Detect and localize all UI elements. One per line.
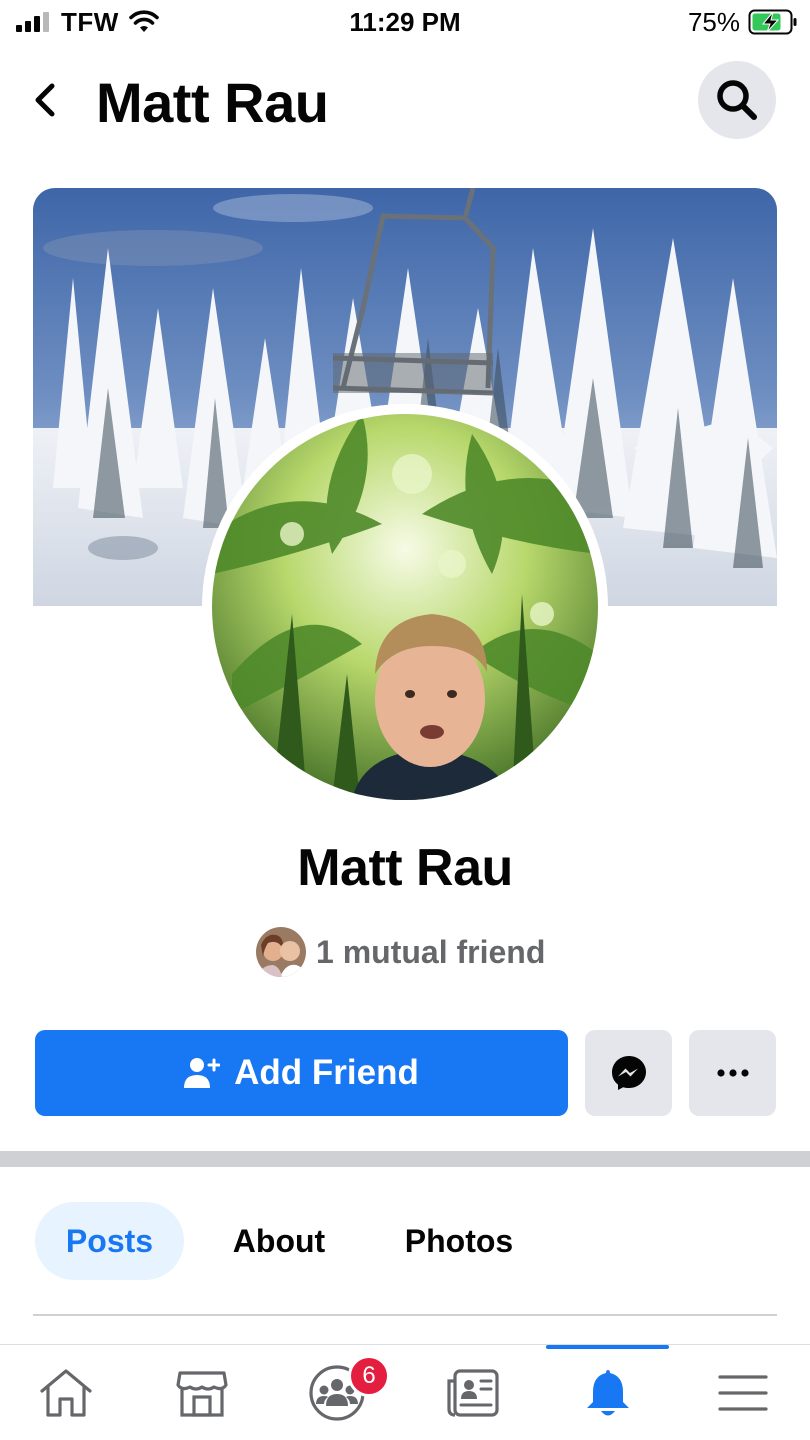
more-icon <box>716 1069 749 1077</box>
notifications-icon <box>587 1370 629 1416</box>
status-bar: TFW 11:29 PM 75% <box>0 0 810 48</box>
bottom-navigation: 6 <box>0 1344 810 1440</box>
nav-home[interactable] <box>18 1345 114 1440</box>
add-friend-icon <box>184 1058 221 1088</box>
page-title: Matt Rau <box>96 71 329 134</box>
battery-percent: 75% <box>687 7 740 37</box>
groups-notification-badge: 6 <box>348 1355 390 1397</box>
profile-name: Matt Rau <box>297 839 513 897</box>
mutual-friend-avatar <box>256 927 306 977</box>
profile-tabs: Posts About Photos <box>0 1202 810 1280</box>
nav-menu[interactable] <box>695 1345 791 1440</box>
marketplace-icon <box>176 1371 228 1417</box>
battery-charging-icon <box>748 9 797 35</box>
home-icon <box>40 1369 92 1417</box>
messenger-icon <box>611 1056 646 1090</box>
profile-picture[interactable] <box>202 404 608 810</box>
search-icon <box>717 80 757 120</box>
back-arrow-icon[interactable] <box>28 76 68 124</box>
tab-photos[interactable]: Photos <box>384 1202 534 1280</box>
menu-icon <box>718 1375 768 1411</box>
add-friend-button[interactable]: Add Friend <box>35 1030 568 1116</box>
tab-posts[interactable]: Posts <box>35 1202 184 1280</box>
mutual-friends[interactable]: 1 mutual friend <box>256 926 545 978</box>
message-button[interactable] <box>585 1030 672 1116</box>
nav-marketplace[interactable] <box>154 1345 250 1440</box>
search-button[interactable] <box>698 61 776 139</box>
news-icon <box>447 1369 499 1417</box>
section-divider <box>0 1151 810 1167</box>
mutual-friends-label: 1 mutual friend <box>316 933 546 970</box>
tab-about[interactable]: About <box>212 1202 346 1280</box>
tabs-divider <box>33 1314 777 1316</box>
more-options-button[interactable] <box>689 1030 776 1116</box>
add-friend-label: Add Friend <box>234 1053 419 1092</box>
profile-header: Matt Rau <box>0 58 810 142</box>
nav-news[interactable] <box>425 1345 521 1440</box>
nav-notifications[interactable] <box>560 1345 656 1440</box>
